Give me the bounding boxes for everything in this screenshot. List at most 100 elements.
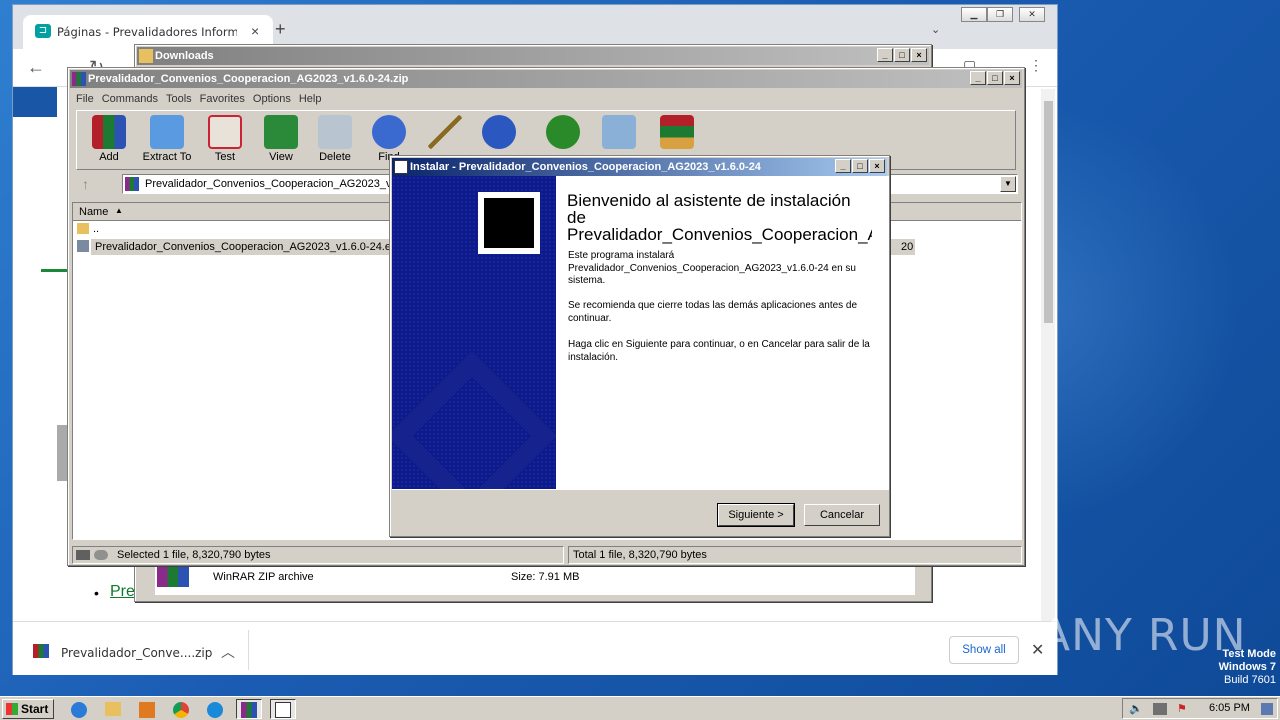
close-button[interactable]: × (869, 159, 885, 173)
cancel-button[interactable]: Cancelar (804, 504, 880, 526)
action-center-icon[interactable]: ⚑ (1177, 702, 1187, 715)
test-mode-label: Test Mode (1222, 648, 1276, 660)
maximize-button[interactable]: □ (987, 71, 1003, 85)
extract-to-button[interactable]: Extract To (139, 115, 195, 167)
add-icon (92, 115, 126, 149)
view-button[interactable]: View (253, 115, 309, 167)
tab-close-icon[interactable]: × (251, 23, 259, 39)
computer-icon (484, 198, 534, 248)
volume-icon[interactable]: 🔈 (1129, 702, 1143, 715)
clock[interactable]: 6:05 PM (1209, 702, 1250, 714)
menu-favorites[interactable]: Favorites (200, 90, 245, 108)
show-all-button[interactable]: Show all (949, 636, 1019, 664)
key-icon (94, 550, 108, 560)
media-player-icon[interactable] (134, 699, 160, 719)
add-label: Add (99, 151, 119, 163)
show-desktop-icon[interactable] (1261, 703, 1273, 715)
wizard-side-image (392, 176, 556, 489)
test-icon (208, 115, 242, 149)
dropdown-arrow-icon[interactable]: ▼ (1000, 176, 1016, 192)
list-bullet: • (94, 585, 99, 601)
file-row-date: 20 (901, 241, 914, 253)
wizard-paragraph-1: Este programa instalará Prevalidador_Con… (568, 250, 856, 286)
parent-folder-row[interactable]: .. (93, 223, 99, 235)
winrar-icon (72, 72, 86, 86)
windows-logo-icon (6, 703, 18, 715)
minimize-button[interactable]: _ (835, 159, 851, 173)
taskbar: Start 🔈 ⚑ 6:05 PM (0, 696, 1280, 720)
download-item[interactable]: Prevalidador_Conve....zip ︿ (21, 630, 249, 670)
status-total: Total 1 file, 8,320,790 bytes (568, 546, 1022, 564)
folder-icon (139, 49, 153, 63)
close-button[interactable]: × (1004, 71, 1020, 85)
winrar-file-icon (33, 644, 49, 658)
file-type: WinRAR ZIP archive (213, 571, 314, 583)
menu-commands[interactable]: Commands (102, 90, 158, 108)
minimize-button[interactable]: ▁ (961, 7, 987, 22)
sfx-icon (660, 115, 694, 149)
downloads-title: Downloads (155, 50, 214, 62)
close-button[interactable]: ✕ (1019, 7, 1045, 22)
add-button[interactable]: Add (81, 115, 137, 167)
winrar-titlebar[interactable]: Prevalidador_Convenios_Cooperacion_AG202… (70, 70, 1022, 88)
start-label: Start (21, 702, 49, 716)
column-name[interactable]: Name (79, 206, 108, 218)
menu-icon[interactable]: ⋮ (1029, 57, 1043, 74)
menu-tools[interactable]: Tools (166, 90, 192, 108)
edge-icon[interactable] (202, 699, 228, 719)
ie-icon[interactable] (66, 699, 92, 719)
minimize-button[interactable]: _ (970, 71, 986, 85)
system-tray: 🔈 ⚑ 6:05 PM (1122, 698, 1278, 719)
os-build: Build 7601 (1224, 674, 1276, 686)
test-button[interactable]: Test (197, 115, 253, 167)
page-link[interactable]: Pre (110, 583, 135, 601)
winrar-taskbar-icon[interactable] (236, 699, 262, 719)
trash-icon (318, 115, 352, 149)
network-icon[interactable] (1153, 703, 1167, 715)
status-bar: Selected 1 file, 8,320,790 bytes Total 1… (72, 546, 1022, 564)
os-name: Windows 7 (1218, 661, 1276, 673)
tab-bar: ⊐ Páginas - Prevalidadores Informacion ×… (13, 5, 1057, 49)
page-shield-icon (13, 87, 57, 117)
scrollbar-thumb[interactable] (1044, 101, 1053, 323)
delete-button[interactable]: Delete (307, 115, 363, 167)
maximize-button[interactable]: □ (894, 48, 910, 62)
winrar-title: Prevalidador_Convenios_Cooperacion_AG202… (88, 73, 409, 85)
maximize-button[interactable]: □ (852, 159, 868, 173)
start-button[interactable]: Start (2, 699, 54, 719)
installer-title: Instalar - Prevalidador_Convenios_Cooper… (410, 161, 761, 173)
setup-logo-icon (478, 192, 540, 254)
archive-icon (125, 177, 139, 191)
menu-options[interactable]: Options (253, 90, 291, 108)
close-button[interactable]: × (911, 48, 927, 62)
address-text: Prevalidador_Convenios_Cooperacion_AG202… (145, 178, 398, 190)
chrome-icon[interactable] (168, 699, 194, 719)
exe-file-icon (77, 240, 89, 252)
next-button[interactable]: Siguiente > (717, 503, 795, 527)
minimize-button[interactable]: _ (877, 48, 893, 62)
downloads-titlebar[interactable]: Downloads _ □ × (137, 47, 929, 65)
restore-button[interactable]: ❐ (987, 7, 1013, 22)
menu-file[interactable]: File (76, 90, 94, 108)
magnifier-icon (372, 115, 406, 149)
up-arrow-icon[interactable]: ↑ (82, 176, 89, 192)
page-scrollbar[interactable] (1041, 89, 1055, 625)
site-favicon-icon: ⊐ (35, 24, 51, 38)
download-file-name: Prevalidador_Conve....zip (61, 646, 213, 660)
new-tab-button[interactable]: + (275, 19, 286, 40)
installer-titlebar[interactable]: Instalar - Prevalidador_Convenios_Cooper… (392, 158, 887, 176)
explorer-icon[interactable] (100, 699, 126, 719)
tab-search-icon[interactable]: ⌄ (931, 23, 940, 36)
wizard-paragraph-3: Haga clic en Siguiente para continuar, o… (568, 339, 870, 363)
installer-taskbar-icon[interactable] (270, 699, 296, 719)
menu-help[interactable]: Help (299, 90, 322, 108)
menu-bar: File Commands Tools Favorites Options Help (72, 90, 1020, 108)
bug-icon (546, 115, 580, 149)
wizard-footer: Siguiente > Cancelar (392, 489, 889, 536)
folder-up-icon (77, 223, 89, 234)
chevron-up-icon[interactable]: ︿ (221, 642, 235, 662)
page-scroll-marker (57, 425, 67, 481)
tab-title: Páginas - Prevalidadores Informacion (57, 25, 237, 39)
back-icon[interactable]: ← (27, 57, 45, 78)
book-icon (264, 115, 298, 149)
